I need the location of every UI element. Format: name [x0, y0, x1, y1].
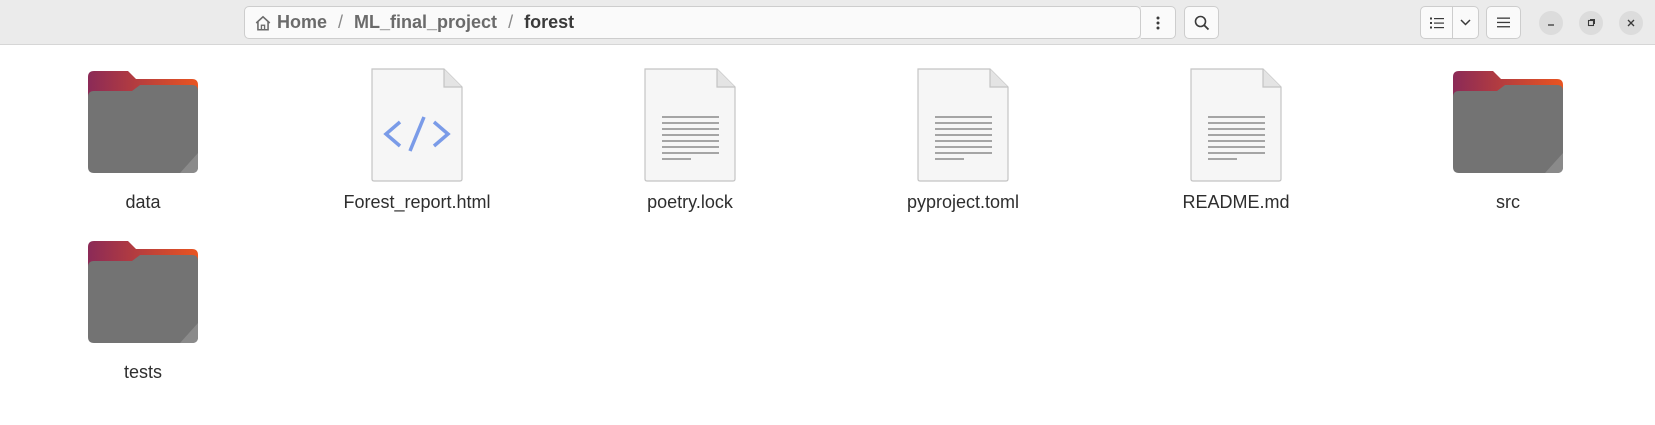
- breadcrumb-separator: /: [338, 12, 344, 32]
- view-options-dropdown[interactable]: [1452, 6, 1479, 39]
- list-view-icon: [1429, 17, 1444, 28]
- breadcrumb-home[interactable]: Home: [254, 12, 327, 33]
- folder-icon: [88, 241, 198, 343]
- file-item-tests[interactable]: tests: [33, 215, 253, 382]
- html-file-icon: [371, 68, 463, 182]
- list-view-button[interactable]: [1420, 6, 1453, 39]
- breadcrumb-separator: /: [508, 12, 514, 32]
- minimize-button[interactable]: [1539, 11, 1563, 35]
- maximize-icon: [1587, 19, 1595, 27]
- minimize-icon: [1548, 24, 1554, 26]
- file-name: poetry.lock: [647, 192, 733, 212]
- main-menu-button[interactable]: [1486, 6, 1521, 39]
- file-grid: data Forest_report.html poetry.lock pypr…: [0, 45, 1655, 425]
- close-button[interactable]: [1619, 11, 1643, 35]
- text-file-icon: [644, 68, 736, 182]
- file-name: src: [1496, 192, 1520, 212]
- text-file-icon: [1190, 68, 1282, 182]
- file-name: README.md: [1182, 192, 1290, 212]
- file-name: tests: [123, 362, 162, 382]
- search-button[interactable]: [1184, 6, 1219, 39]
- search-icon: [1194, 15, 1209, 30]
- folder-icon: [1453, 71, 1563, 173]
- hamburger-menu-icon: [1497, 17, 1510, 28]
- maximize-button[interactable]: [1579, 11, 1603, 35]
- file-item-poetry-lock[interactable]: poetry.lock: [580, 45, 800, 212]
- file-item-data[interactable]: data: [33, 45, 253, 212]
- close-icon: [1627, 19, 1635, 27]
- vertical-dots-icon: [1156, 16, 1160, 29]
- chevron-down-icon: [1460, 19, 1471, 26]
- home-icon: [255, 15, 271, 31]
- file-name: data: [125, 192, 161, 212]
- file-item-src[interactable]: src: [1398, 45, 1618, 212]
- file-item-forest-report[interactable]: Forest_report.html: [307, 45, 527, 212]
- breadcrumb-current[interactable]: forest: [524, 12, 574, 33]
- breadcrumb-home-label: Home: [277, 12, 328, 32]
- header-bar: Home / ML_final_project / forest: [0, 0, 1655, 45]
- breadcrumb-parent[interactable]: ML_final_project: [354, 12, 497, 33]
- file-name: pyproject.toml: [906, 192, 1020, 212]
- path-menu-button[interactable]: [1141, 6, 1176, 39]
- folder-icon: [88, 71, 198, 173]
- file-name: Forest_report.html: [343, 192, 491, 212]
- file-item-pyproject[interactable]: pyproject.toml: [853, 45, 1073, 212]
- path-bar: Home / ML_final_project / forest: [244, 6, 1141, 39]
- text-file-icon: [917, 68, 1009, 182]
- file-item-readme[interactable]: README.md: [1126, 45, 1346, 212]
